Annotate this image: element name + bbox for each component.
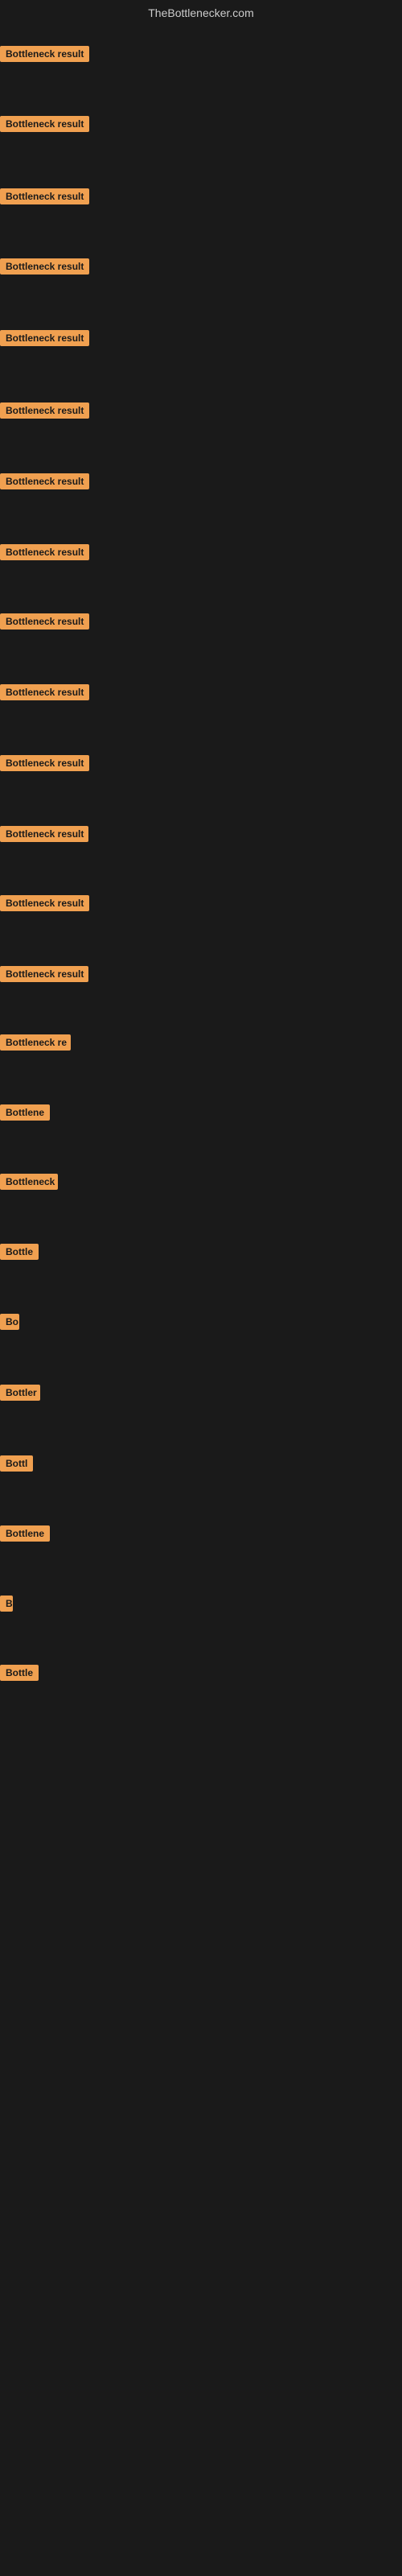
bottleneck-badge[interactable]: Bottleneck result	[0, 613, 89, 630]
bottleneck-badge-wrapper-19: Bo	[0, 1314, 19, 1334]
bottleneck-badge[interactable]: Bottlene	[0, 1104, 50, 1121]
bottleneck-badge[interactable]: Bottleneck result	[0, 330, 89, 346]
bottleneck-badge-wrapper-14: Bottleneck result	[0, 966, 88, 986]
bottleneck-badge[interactable]: Bottlene	[0, 1525, 50, 1542]
bottleneck-badge[interactable]: Bo	[0, 1314, 19, 1330]
bottleneck-badge[interactable]: Bottler	[0, 1385, 40, 1401]
bottleneck-badge-wrapper-18: Bottle	[0, 1244, 39, 1264]
bottleneck-badge[interactable]: Bottle	[0, 1665, 39, 1681]
bottleneck-badge[interactable]: Bottleneck result	[0, 258, 89, 275]
bottleneck-badge-wrapper-10: Bottleneck result	[0, 684, 89, 704]
bottleneck-badge-wrapper-20: Bottler	[0, 1385, 40, 1405]
bottleneck-badge-wrapper-7: Bottleneck result	[0, 473, 89, 493]
bottleneck-badge[interactable]: Bottleneck result	[0, 116, 89, 132]
bottleneck-badge[interactable]: Bottle	[0, 1244, 39, 1260]
bottleneck-badge-wrapper-15: Bottleneck re	[0, 1034, 71, 1055]
bottleneck-badge-wrapper-24: Bottle	[0, 1665, 39, 1685]
bottleneck-badge[interactable]: Bottleneck re	[0, 1034, 71, 1051]
bottleneck-badge-wrapper-3: Bottleneck result	[0, 188, 89, 208]
bottleneck-badge[interactable]: Bottleneck result	[0, 826, 88, 842]
bottleneck-badge-wrapper-5: Bottleneck result	[0, 330, 89, 350]
bottleneck-badge-wrapper-22: Bottlene	[0, 1525, 50, 1546]
bottleneck-badge[interactable]: Bottleneck result	[0, 188, 89, 204]
bottleneck-badge-wrapper-13: Bottleneck result	[0, 895, 89, 915]
bottleneck-badge-wrapper-23: B	[0, 1596, 13, 1616]
bottleneck-badge-wrapper-12: Bottleneck result	[0, 826, 88, 846]
bottleneck-badge[interactable]: Bottleneck	[0, 1174, 58, 1190]
bottleneck-badge[interactable]: B	[0, 1596, 13, 1612]
bottleneck-badge-wrapper-17: Bottleneck	[0, 1174, 58, 1194]
bottleneck-badge[interactable]: Bottleneck result	[0, 895, 89, 911]
bottleneck-badge[interactable]: Bottleneck result	[0, 402, 89, 419]
bottleneck-badge-wrapper-8: Bottleneck result	[0, 544, 89, 564]
bottleneck-badge[interactable]: Bottleneck result	[0, 684, 89, 700]
bottleneck-badge-wrapper-9: Bottleneck result	[0, 613, 89, 634]
bottleneck-badge-wrapper-4: Bottleneck result	[0, 258, 89, 279]
bottleneck-badge[interactable]: Bottleneck result	[0, 966, 88, 982]
site-header: TheBottlenecker.com	[0, 0, 402, 27]
bottleneck-badge[interactable]: Bottleneck result	[0, 473, 89, 489]
bottleneck-badge[interactable]: Bottl	[0, 1455, 33, 1472]
bottleneck-badge-wrapper-11: Bottleneck result	[0, 755, 89, 775]
bottleneck-badge[interactable]: Bottleneck result	[0, 755, 89, 771]
site-title: TheBottlenecker.com	[148, 6, 254, 19]
bottleneck-badge-wrapper-21: Bottl	[0, 1455, 33, 1476]
bottleneck-badge[interactable]: Bottleneck result	[0, 46, 89, 62]
bottleneck-badge-wrapper-16: Bottlene	[0, 1104, 50, 1125]
bottleneck-badge-wrapper-6: Bottleneck result	[0, 402, 89, 423]
bottleneck-badge-wrapper-1: Bottleneck result	[0, 46, 89, 66]
bottleneck-badge[interactable]: Bottleneck result	[0, 544, 89, 560]
bottleneck-badge-wrapper-2: Bottleneck result	[0, 116, 89, 136]
